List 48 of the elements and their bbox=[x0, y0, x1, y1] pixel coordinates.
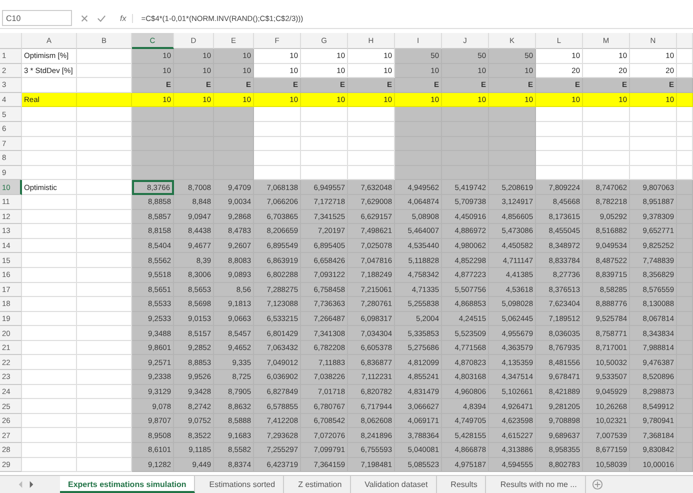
table-cell bbox=[677, 180, 693, 195]
table-cell bbox=[77, 92, 132, 108]
table-cell bbox=[677, 122, 693, 137]
sheet-tab[interactable]: Results with no me ... bbox=[492, 476, 586, 493]
table-cell bbox=[677, 78, 693, 93]
table-cell bbox=[22, 414, 77, 428]
table-cell bbox=[22, 268, 77, 282]
table-cell bbox=[22, 384, 77, 400]
table-cell bbox=[677, 151, 693, 166]
sheet-tab[interactable]: Validation dataset bbox=[356, 476, 437, 493]
sheet-tab[interactable]: Results bbox=[442, 476, 486, 493]
table-cell bbox=[22, 210, 77, 224]
scroll-right-icon[interactable] bbox=[29, 481, 34, 488]
sheet-tab[interactable]: Estimations sorted bbox=[201, 476, 284, 493]
table-cell bbox=[22, 253, 77, 268]
table-cell bbox=[22, 194, 77, 210]
add-sheet-icon[interactable] bbox=[592, 479, 603, 490]
table-cell bbox=[22, 399, 77, 414]
table-cell bbox=[22, 166, 77, 180]
table-cell bbox=[22, 340, 77, 356]
scroll-left-icon[interactable] bbox=[18, 481, 23, 488]
table-cell bbox=[22, 224, 77, 239]
table-cell bbox=[677, 107, 693, 122]
name-box[interactable]: C10 bbox=[2, 10, 72, 26]
table-cell bbox=[22, 312, 77, 326]
table-cell bbox=[22, 238, 77, 254]
table-cell bbox=[677, 49, 693, 64]
check-icon[interactable] bbox=[97, 14, 106, 22]
table-cell bbox=[22, 282, 77, 298]
table-cell bbox=[22, 458, 77, 472]
sheet-tab[interactable]: Experts estimations simulation bbox=[60, 476, 196, 493]
table-cell bbox=[22, 107, 77, 122]
table-cell bbox=[22, 136, 77, 152]
cancel-icon[interactable] bbox=[80, 14, 89, 22]
table-cell bbox=[677, 92, 693, 108]
table-cell bbox=[22, 151, 77, 166]
select-all-corner[interactable] bbox=[0, 33, 22, 49]
table-cell bbox=[22, 122, 77, 137]
table-cell bbox=[22, 297, 77, 312]
table-cell bbox=[22, 428, 77, 444]
table-cell bbox=[677, 458, 693, 472]
column-header[interactable] bbox=[677, 33, 693, 49]
table-cell bbox=[22, 326, 77, 341]
sheet-tab[interactable]: Z estimation bbox=[290, 476, 351, 493]
table-cell bbox=[677, 136, 693, 152]
table-cell bbox=[22, 443, 77, 458]
table-cell bbox=[22, 355, 77, 370]
table-cell bbox=[22, 370, 77, 385]
